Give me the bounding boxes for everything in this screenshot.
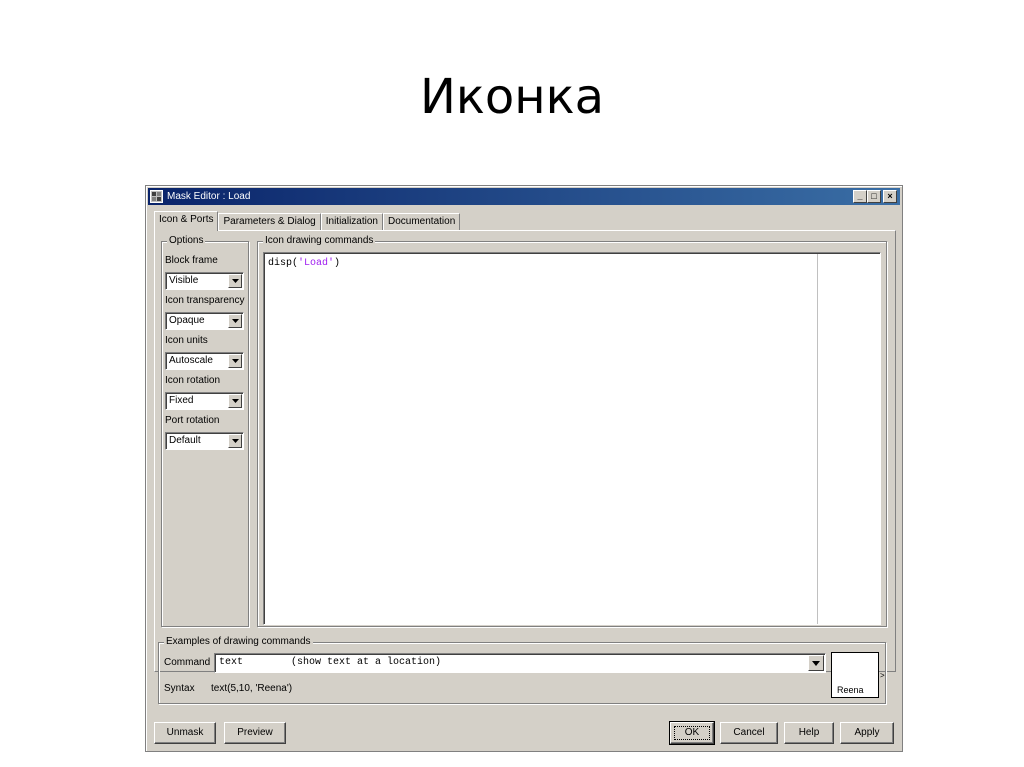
apply-button[interactable]: Apply [840, 722, 894, 744]
unmask-button[interactable]: Unmask [154, 722, 216, 744]
icon-rotation-value: Fixed [169, 395, 194, 406]
command-select[interactable]: text (show text at a location) [214, 653, 826, 673]
code-line: disp('Load') [268, 258, 340, 269]
drawing-commands-editor[interactable]: disp('Load') [263, 252, 881, 625]
icon-units-select[interactable]: Autoscale [165, 352, 244, 370]
tab-strip: Icon & Ports Parameters & Dialog Initial… [154, 211, 461, 231]
examples-legend: Examples of drawing commands [164, 636, 313, 647]
icon-transparency-value: Opaque [169, 315, 205, 326]
port-rotation-select[interactable]: Default [165, 432, 244, 450]
chevron-down-icon[interactable] [228, 274, 242, 288]
minimize-button[interactable]: _ [853, 190, 867, 203]
minimize-icon: _ [857, 191, 863, 201]
icon-drawing-commands-group: Icon drawing commands disp('Load') [257, 235, 887, 627]
chevron-down-icon[interactable] [228, 354, 242, 368]
icon-rotation-label: Icon rotation [165, 375, 221, 386]
chevron-down-icon[interactable] [228, 434, 242, 448]
editor-right-margin [817, 254, 818, 624]
code-suffix: ) [334, 258, 341, 269]
options-group: Options Block frame Visible Icon transpa… [161, 235, 249, 627]
code-prefix: disp( [268, 258, 299, 269]
maximize-icon: □ [871, 191, 877, 201]
window-title: Mask Editor : Load [167, 191, 251, 202]
slide-title: Иконка [419, 69, 605, 125]
port-rotation-label: Port rotation [165, 415, 220, 426]
close-icon: × [887, 191, 893, 201]
icon-transparency-label: Icon transparency [165, 295, 245, 306]
ok-button[interactable]: OK [669, 721, 715, 745]
tab-initialization[interactable]: Initialization [320, 213, 383, 231]
syntax-label: Syntax [164, 683, 195, 694]
block-frame-label: Block frame [165, 255, 218, 266]
icon-transparency-select[interactable]: Opaque [165, 312, 244, 330]
syntax-value: text(5,10, 'Reena') [211, 683, 293, 694]
port-rotation-value: Default [169, 435, 201, 446]
title-bar[interactable]: Mask Editor : Load _ □ × [148, 188, 900, 205]
icon-units-label: Icon units [165, 335, 208, 346]
block-frame-select[interactable]: Visible [165, 272, 244, 290]
focus-rect [674, 726, 710, 740]
chevron-down-icon[interactable] [228, 394, 242, 408]
icon-units-value: Autoscale [169, 355, 213, 366]
example-preview: Reena [831, 652, 879, 698]
icon-drawing-commands-legend: Icon drawing commands [263, 235, 376, 246]
preview-button[interactable]: Preview [224, 722, 286, 744]
chevron-down-icon[interactable] [228, 314, 242, 328]
command-value: text (show text at a location) [219, 657, 442, 668]
chevron-down-icon[interactable] [808, 655, 824, 671]
tab-icon-ports[interactable]: Icon & Ports [154, 211, 219, 231]
preview-text: Reena [837, 685, 864, 695]
tab-parameters-dialog[interactable]: Parameters & Dialog [218, 213, 321, 231]
port-arrow-icon: > [880, 671, 885, 680]
examples-group: Examples of drawing commands Command tex… [158, 636, 886, 704]
mask-editor-icon [150, 190, 163, 203]
window-controls: _ □ × [853, 190, 897, 203]
cancel-button[interactable]: Cancel [720, 722, 778, 744]
block-frame-value: Visible [169, 275, 199, 286]
tab-panel-icon-ports: Options Block frame Visible Icon transpa… [154, 230, 896, 672]
help-button[interactable]: Help [784, 722, 834, 744]
tab-documentation[interactable]: Documentation [383, 213, 461, 231]
command-label: Command [164, 657, 211, 668]
icon-rotation-select[interactable]: Fixed [165, 392, 244, 410]
close-button[interactable]: × [883, 190, 897, 203]
maximize-button[interactable]: □ [867, 190, 881, 203]
code-string: 'Load' [298, 258, 335, 269]
mask-editor-window: Mask Editor : Load _ □ × Icon & Ports Pa… [145, 185, 903, 752]
options-legend: Options [167, 235, 206, 246]
